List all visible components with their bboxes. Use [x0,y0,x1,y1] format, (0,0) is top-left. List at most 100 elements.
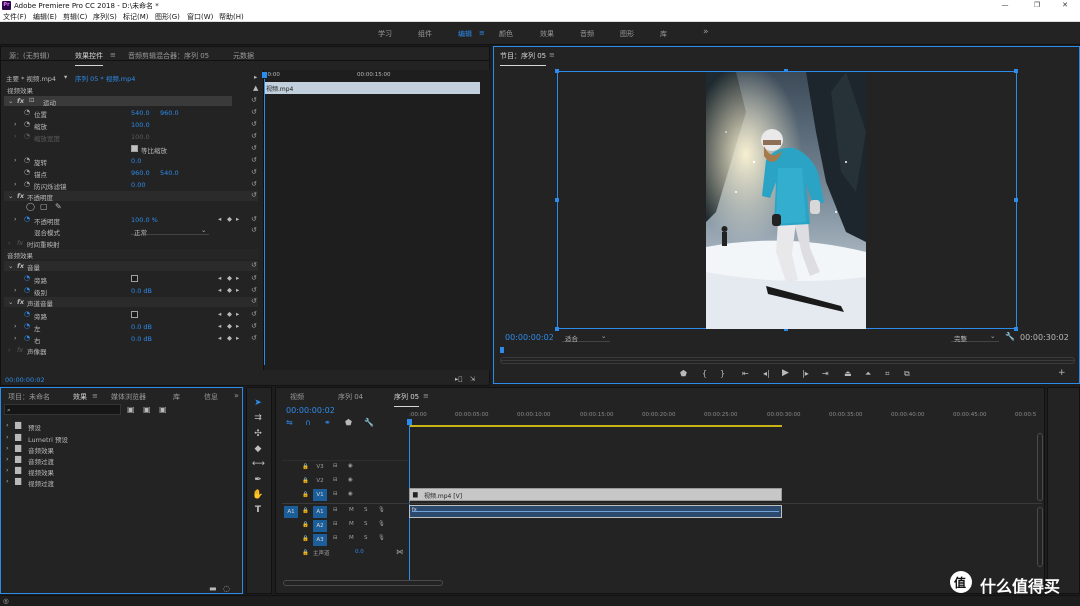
next-keyframe-icon[interactable]: ▸ [236,334,239,342]
fx-icon[interactable]: fx [17,97,24,105]
maximize-icon[interactable]: ❐ [1022,0,1052,11]
level-value[interactable]: 0.0 dB [131,287,152,295]
reset-icon[interactable]: ↺ [251,215,257,223]
tab-project[interactable]: 项目：未命名 [8,392,50,402]
reset-icon[interactable]: ↺ [251,120,257,128]
step-back-icon[interactable]: ◂| [763,369,770,378]
go-to-out-icon[interactable]: ⇥ [822,369,829,378]
workspace-libraries[interactable]: 库 [660,29,667,39]
reset-icon[interactable]: ↺ [251,156,257,164]
stopwatch-icon[interactable]: ◔ [24,108,30,116]
reset-icon[interactable]: ↺ [251,261,257,269]
stopwatch-icon[interactable]: ◔ [24,322,30,330]
reset-icon[interactable]: ↺ [251,297,257,305]
position-y-value[interactable]: 960.0 [160,109,179,117]
right-channel-value[interactable]: 0.0 dB [131,335,152,343]
32bit-effects-icon[interactable]: ▣ [143,405,151,414]
add-keyframe-icon[interactable]: ◆ [227,310,232,318]
mic-icon[interactable]: 🎙 [378,535,385,541]
ellipse-mask-icon[interactable]: ◯ [26,202,35,211]
go-to-in-icon[interactable]: ⇤ [742,369,749,378]
menu-marker[interactable]: 标记(M) [123,12,149,22]
program-zoom-bar[interactable] [500,357,1075,364]
transform-handle[interactable] [555,327,559,331]
ec-timeline[interactable] [263,70,490,370]
workspace-graphics[interactable]: 图形 [620,29,634,39]
linked-selection-icon[interactable]: ⚭ [324,418,331,427]
left-channel-value[interactable]: 0.0 dB [131,323,152,331]
timeline-settings-icon[interactable]: 🔧 [364,418,374,427]
video-clip[interactable]: ▆ 视频.mp4 [V] [409,488,782,501]
rotation-value[interactable]: 0.0 [131,157,141,165]
add-marker-icon[interactable]: ⬟ [680,369,687,378]
add-keyframe-icon[interactable]: ◆ [227,286,232,294]
tab-sequence-video[interactable]: 视频 [290,392,304,402]
fit-dropdown[interactable]: 适合 ⌄ [562,332,610,343]
stopwatch-icon[interactable]: ◔ [24,180,30,188]
selection-tool-icon[interactable]: ➤ [252,397,264,409]
work-area-bar[interactable] [410,425,782,427]
tab-sequence-04[interactable]: 序列 04 [338,392,363,402]
track-select-tool-icon[interactable]: ⇉ [252,412,264,424]
expand-icon[interactable]: › [14,215,17,223]
add-keyframe-icon[interactable]: ◆ [227,322,232,330]
workspace-learn[interactable]: 学习 [378,29,392,39]
razor-tool-icon[interactable]: ◆ [252,443,264,455]
workspace-effects[interactable]: 效果 [540,29,554,39]
stopwatch-icon[interactable]: ◔ [24,286,30,294]
timeline-timecode[interactable]: 00:00:00:02 [286,406,335,415]
transform-handle[interactable] [555,69,559,73]
ec-nav-icon[interactable]: ▲ [253,84,258,92]
close-icon[interactable]: ✕ [1050,0,1080,11]
timeline-v-scrollbar-audio[interactable] [1037,507,1043,567]
extract-icon[interactable]: ⏶ [865,369,871,379]
reset-icon[interactable]: ↺ [251,191,257,199]
solo-button[interactable]: S [364,507,368,513]
reset-icon[interactable]: ↺ [251,274,257,282]
go-to-end-icon[interactable]: ⋈ [396,548,403,556]
sync-lock-icon[interactable]: ⊟ [333,463,338,469]
reset-icon[interactable]: ↺ [251,310,257,318]
stopwatch-icon[interactable]: ◔ [24,274,30,282]
track-a3-label[interactable]: A3 [313,534,327,546]
rectangle-mask-icon[interactable]: ▢ [40,202,48,211]
comparison-view-icon[interactable]: ⧉ [904,369,910,379]
status-icon[interactable]: ◎ [3,597,9,605]
prev-keyframe-icon[interactable]: ◂ [218,322,221,330]
tab-sequence-05[interactable]: 序列 05 [394,392,420,407]
mute-button[interactable]: M [349,535,354,541]
prev-keyframe-icon[interactable]: ◂ [218,274,221,282]
solo-button[interactable]: S [364,521,368,527]
accelerated-effects-icon[interactable]: ▣ [127,405,135,414]
transform-handle[interactable] [555,198,559,202]
anti-flicker-value[interactable]: 0.00 [131,181,145,189]
menu-help[interactable]: 帮助(H) [219,12,244,22]
transform-handle[interactable] [1014,198,1018,202]
master-track-label[interactable]: 主声道 [313,549,330,557]
reset-icon[interactable]: ↺ [251,96,257,104]
menu-clip[interactable]: 剪辑(C) [63,12,87,22]
expand-icon[interactable]: ⌄ [8,262,13,270]
prev-keyframe-icon[interactable]: ◂ [218,215,221,223]
hand-tool-icon[interactable]: ✋ [252,489,264,501]
effects-item-video-transitions[interactable]: 视频过渡 [28,478,54,488]
workspace-more-icon[interactable]: » [703,27,709,37]
ec-export-icon[interactable]: ⇲ [470,375,475,383]
bypass2-checkbox[interactable] [131,311,138,318]
mark-in-icon[interactable]: { [702,369,707,378]
motion-transform-icon[interactable]: ⊡ [29,96,34,104]
yuv-effects-icon[interactable]: ▣ [159,405,167,414]
ec-playhead-handle[interactable] [262,72,267,78]
stopwatch-icon[interactable]: ◔ [24,334,30,342]
anchor-y-value[interactable]: 540.0 [160,169,179,177]
lift-icon[interactable]: ⏏ [844,369,852,378]
bypass-checkbox[interactable] [131,275,138,282]
workspace-color[interactable]: 颜色 [499,29,513,39]
reset-icon[interactable]: ↺ [251,226,257,234]
add-keyframe-icon[interactable]: ◆ [227,215,232,223]
expand-icon[interactable]: ⌄ [8,97,13,105]
panel-menu-icon[interactable]: ≡ [549,51,555,59]
motion-row[interactable] [4,96,232,106]
stopwatch-icon[interactable]: ◔ [24,168,30,176]
menu-window[interactable]: 窗口(W) [187,12,213,22]
